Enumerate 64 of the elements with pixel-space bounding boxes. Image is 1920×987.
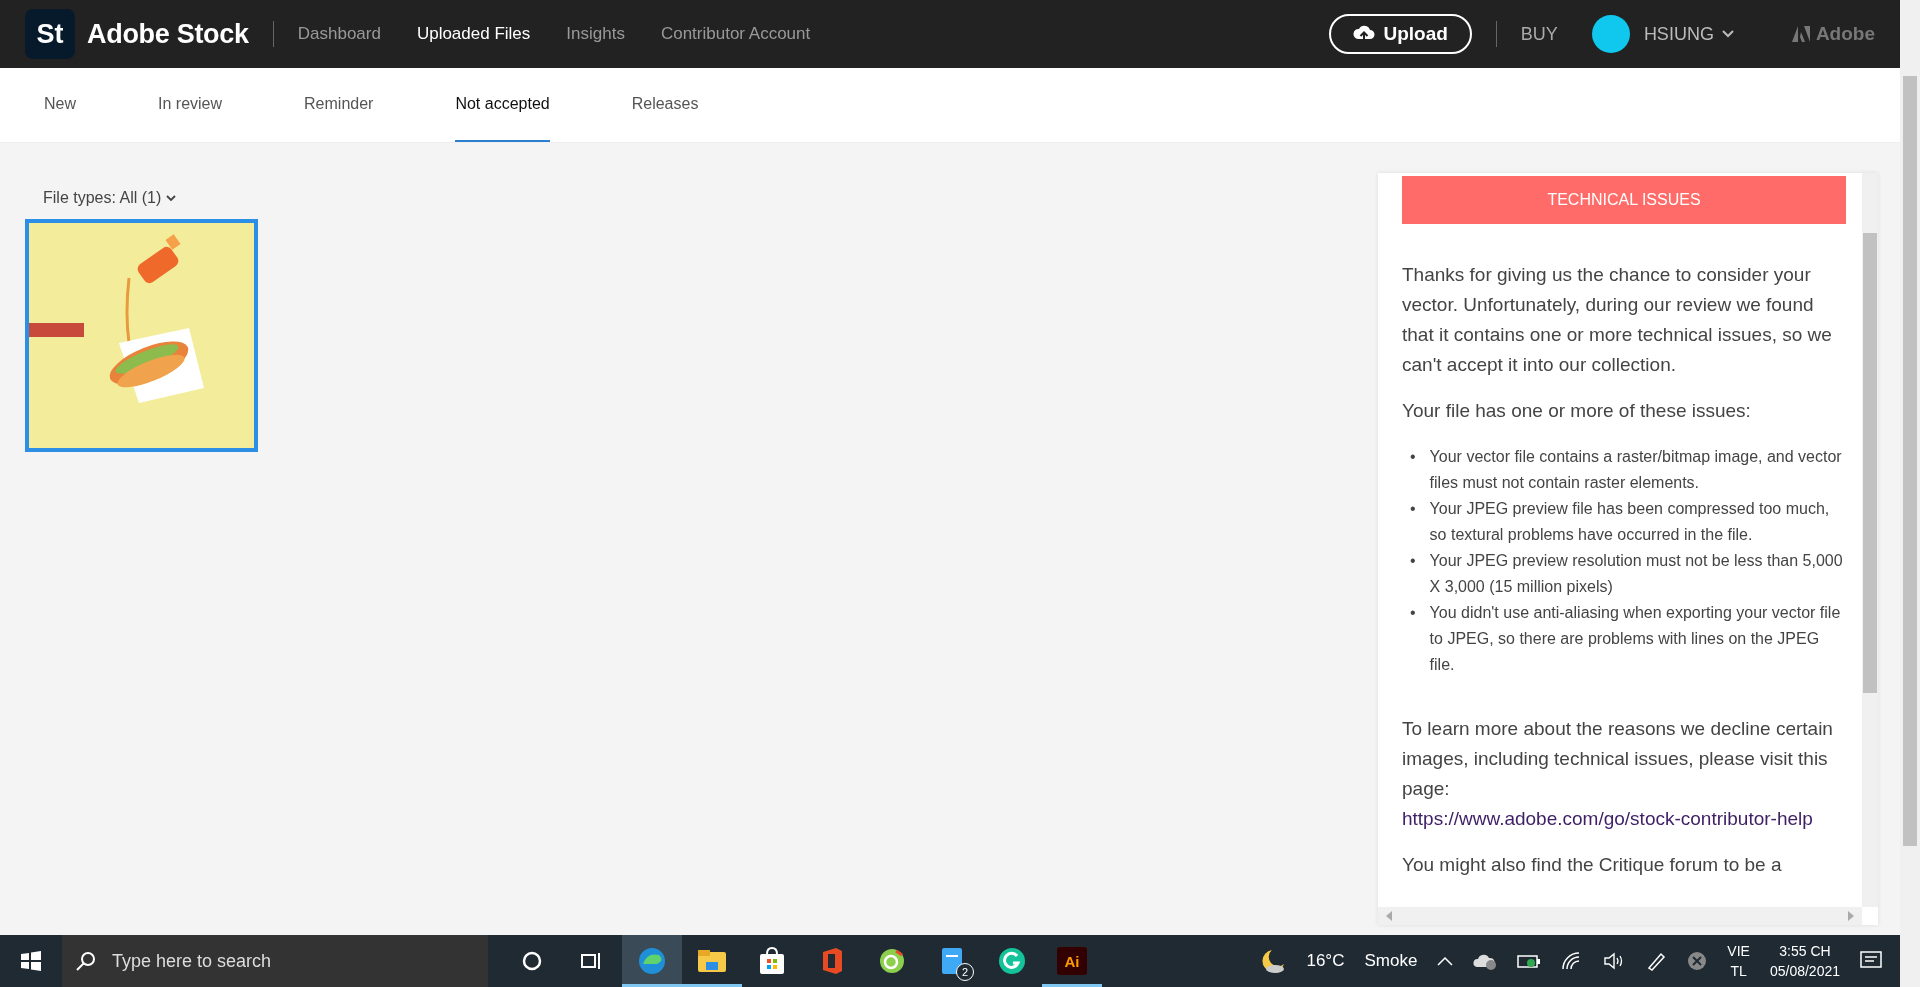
circle-icon — [522, 951, 542, 971]
app-label: Ai — [1057, 947, 1087, 975]
weather-condition: Smoke — [1364, 951, 1418, 971]
adobe-logo-icon — [1791, 26, 1810, 42]
tab[interactable]: Releases — [631, 68, 699, 142]
bullet: • — [1410, 499, 1416, 519]
search-icon — [76, 951, 96, 971]
clock-time[interactable]: 3:55 CH — [1779, 941, 1831, 961]
list-item: You didn't use anti-aliasing when exporting your vector file to JPEG, so there are problems with lines on the JPEG file. — [1429, 603, 1842, 675]
search-box[interactable]: Type here to search — [62, 935, 488, 987]
nav-link[interactable]: Dashboard — [297, 24, 381, 44]
app-circle-icon — [878, 947, 906, 975]
list-item: Your JPEG preview file has been compressed too much, so textural problems have occurred in the file. — [1429, 499, 1831, 545]
bullet: • — [1410, 603, 1416, 623]
task-view-icon — [581, 951, 603, 971]
windows-icon[interactable] — [21, 951, 41, 971]
document-icon — [941, 947, 963, 975]
temperature: 16°C — [1306, 951, 1345, 971]
brand-name: Adobe Stock — [87, 18, 249, 50]
notification-icon[interactable] — [1860, 951, 1882, 971]
clock-date[interactable]: 05/08/2021 — [1769, 961, 1840, 981]
browser-icon — [637, 946, 667, 976]
help-link[interactable]: https://www.adobe.com/go/stock-contributor-help — [1402, 808, 1813, 829]
adobe-wordmark: Adobe — [1815, 23, 1875, 45]
close-circle-icon[interactable] — [1687, 951, 1708, 971]
chevron-up-icon[interactable] — [1437, 956, 1454, 966]
cloud-icon[interactable] — [1473, 952, 1498, 970]
logo-mark: St — [25, 9, 75, 59]
buy-link[interactable]: BUY — [1520, 23, 1558, 45]
tab[interactable]: In review — [158, 68, 223, 142]
battery-icon[interactable] — [1517, 953, 1542, 969]
nav-link[interactable]: Insights — [566, 24, 625, 44]
paragraph: To learn more about the reasons we decline certain images, including technical issues, please visit this page: https://www.adobe.com/go/stock-contributor-help — [1402, 717, 1834, 831]
pen-icon[interactable] — [1645, 950, 1668, 972]
tab[interactable]: Reminder — [304, 68, 374, 142]
taskbar-app[interactable]: Ai — [1042, 935, 1102, 987]
chevron-down-icon — [1721, 30, 1734, 38]
grammar-icon — [998, 947, 1026, 975]
list-item: Your vector file contains a raster/bitmap image, and vector files must not contain raster elements. — [1429, 447, 1843, 493]
paragraph: You might also find the Critique forum to be a — [1402, 853, 1783, 877]
tab[interactable]: New — [44, 68, 76, 142]
list-item: Your JPEG preview resolution must not be less than 5,000 X 3,000 (15 million pixels) — [1429, 551, 1844, 597]
user-menu[interactable]: HSIUNG — [1643, 23, 1734, 45]
nav-link[interactable]: Contributor Account — [660, 24, 811, 44]
bullet: • — [1410, 447, 1416, 467]
paragraph: Thanks for giving us the chance to consider your vector. Unfortunately, during our review we found that it contains one or more technical issues, so we can't accept it into our collection. — [1402, 263, 1833, 377]
chevron-down-icon — [166, 194, 177, 202]
file-type-filter[interactable]: File types: All (1) — [25, 189, 177, 207]
taskbar-app[interactable]: 2 — [922, 935, 982, 987]
count-badge: 2 — [956, 963, 974, 981]
language-indicator[interactable]: VIE — [1727, 941, 1750, 961]
folder-icon — [697, 948, 727, 974]
office-icon — [820, 947, 844, 975]
nav-link[interactable]: Uploaded Files — [416, 24, 531, 44]
avatar — [1591, 15, 1630, 53]
search-field[interactable]: Type here to search — [110, 949, 488, 973]
browser-scrollbar[interactable] — [1900, 0, 1920, 987]
shopping-bag-icon — [759, 947, 785, 975]
bullet: • — [1410, 551, 1416, 571]
upload-button[interactable]: Upload — [1329, 14, 1472, 54]
status-banner: TECHNICAL ISSUES — [1402, 176, 1846, 224]
language-indicator[interactable]: TL — [1730, 961, 1747, 981]
scrollbar[interactable] — [1862, 173, 1878, 907]
paragraph: Your file has one or more of these issues: — [1402, 399, 1752, 423]
